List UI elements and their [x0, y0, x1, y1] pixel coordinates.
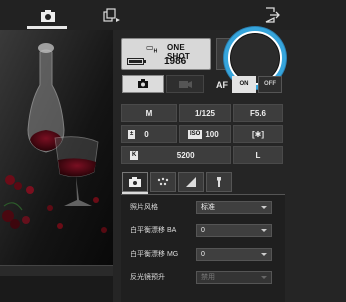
- camera-icon: [129, 177, 141, 187]
- af-label: AF: [216, 80, 228, 90]
- liveview-bottom-strip: [0, 265, 113, 276]
- white-balance-cell[interactable]: K 5200: [121, 146, 231, 164]
- exposure-compensation: 0: [144, 129, 149, 139]
- movie-mode-button[interactable]: [166, 75, 204, 93]
- chevron-down-icon: [261, 206, 267, 209]
- camera-icon: [41, 10, 55, 22]
- aperture-cell[interactable]: F5.6: [233, 104, 283, 122]
- exit-icon: [265, 7, 280, 23]
- wb-shift-mg-value: 0: [201, 251, 205, 258]
- battery-icon: [127, 58, 146, 65]
- settings-tabs: [121, 172, 285, 194]
- image-quality: L: [255, 150, 261, 160]
- camera-icon: [138, 79, 148, 88]
- mirror-lockup-dropdown[interactable]: 禁用: [196, 271, 272, 284]
- tab-shooting[interactable]: [122, 172, 148, 192]
- playback-icon: [103, 8, 120, 22]
- live-view-image[interactable]: < < > » »»: [0, 30, 113, 272]
- exposure-compensation-icon: ±: [128, 129, 136, 139]
- iso-value: 100: [205, 129, 219, 139]
- top-bar: [0, 0, 346, 30]
- still-mode-button[interactable]: [122, 75, 164, 93]
- battery-fill: [129, 60, 142, 63]
- af-off-button[interactable]: OFF: [258, 76, 282, 93]
- status-box: ▭H ONE SHOT 1986: [121, 38, 211, 70]
- chevron-down-icon: [261, 276, 267, 279]
- picture-style-dropdown[interactable]: 标准: [196, 201, 272, 214]
- shutter-speed: 1/125: [194, 108, 216, 118]
- picture-style-value: 标准: [201, 204, 215, 211]
- white-balance-badge: K: [130, 150, 139, 160]
- decanter-photo: [0, 30, 113, 272]
- shots-remaining: 1986: [164, 56, 187, 67]
- aperture: F5.6: [249, 108, 266, 118]
- chevron-down-icon: [261, 253, 267, 256]
- shooting-mode-cell[interactable]: M: [121, 104, 177, 122]
- image-quality-cell[interactable]: L: [233, 146, 283, 164]
- tab-effects[interactable]: [150, 172, 176, 192]
- half-shade-icon: [186, 177, 196, 187]
- active-tab-underline: [27, 26, 67, 29]
- dots-icon: [157, 177, 169, 186]
- shooting-mode: M: [145, 108, 153, 118]
- tab-image[interactable]: [178, 172, 204, 192]
- mirror-lockup-value: 禁用: [201, 274, 215, 281]
- wb-shift-ba-label: 白平衡漂移 BA: [130, 227, 177, 234]
- metering-cell[interactable]: [✱]: [233, 125, 283, 143]
- wb-shift-mg-label: 白平衡漂移 MG: [130, 251, 179, 258]
- wb-shift-mg-dropdown[interactable]: 0: [196, 248, 272, 261]
- shutter-speed-cell[interactable]: 1/125: [179, 104, 231, 122]
- iso-cell[interactable]: ISO 100: [179, 125, 231, 143]
- exit-button[interactable]: [263, 6, 281, 24]
- tab-setup[interactable]: [206, 172, 232, 192]
- wb-shift-ba-value: 0: [201, 227, 205, 234]
- movie-camera-icon: [179, 81, 192, 88]
- white-balance-kelvin: 5200: [176, 150, 195, 160]
- tab-playback[interactable]: [100, 6, 124, 26]
- continuous-drive-icon: ▭H: [146, 43, 158, 55]
- af-on-button[interactable]: ON: [232, 76, 256, 93]
- wrench-icon: [217, 177, 221, 187]
- metering-icon: [✱]: [251, 129, 265, 139]
- exposure-compensation-cell[interactable]: ± 0: [121, 125, 177, 143]
- wb-shift-ba-dropdown[interactable]: 0: [196, 224, 272, 237]
- picture-style-label: 照片风格: [130, 204, 158, 211]
- tab-camera[interactable]: [28, 6, 68, 28]
- mirror-lockup-label: 反光镜预升: [130, 274, 165, 281]
- iso-badge: ISO: [188, 129, 203, 139]
- chevron-down-icon: [261, 229, 267, 232]
